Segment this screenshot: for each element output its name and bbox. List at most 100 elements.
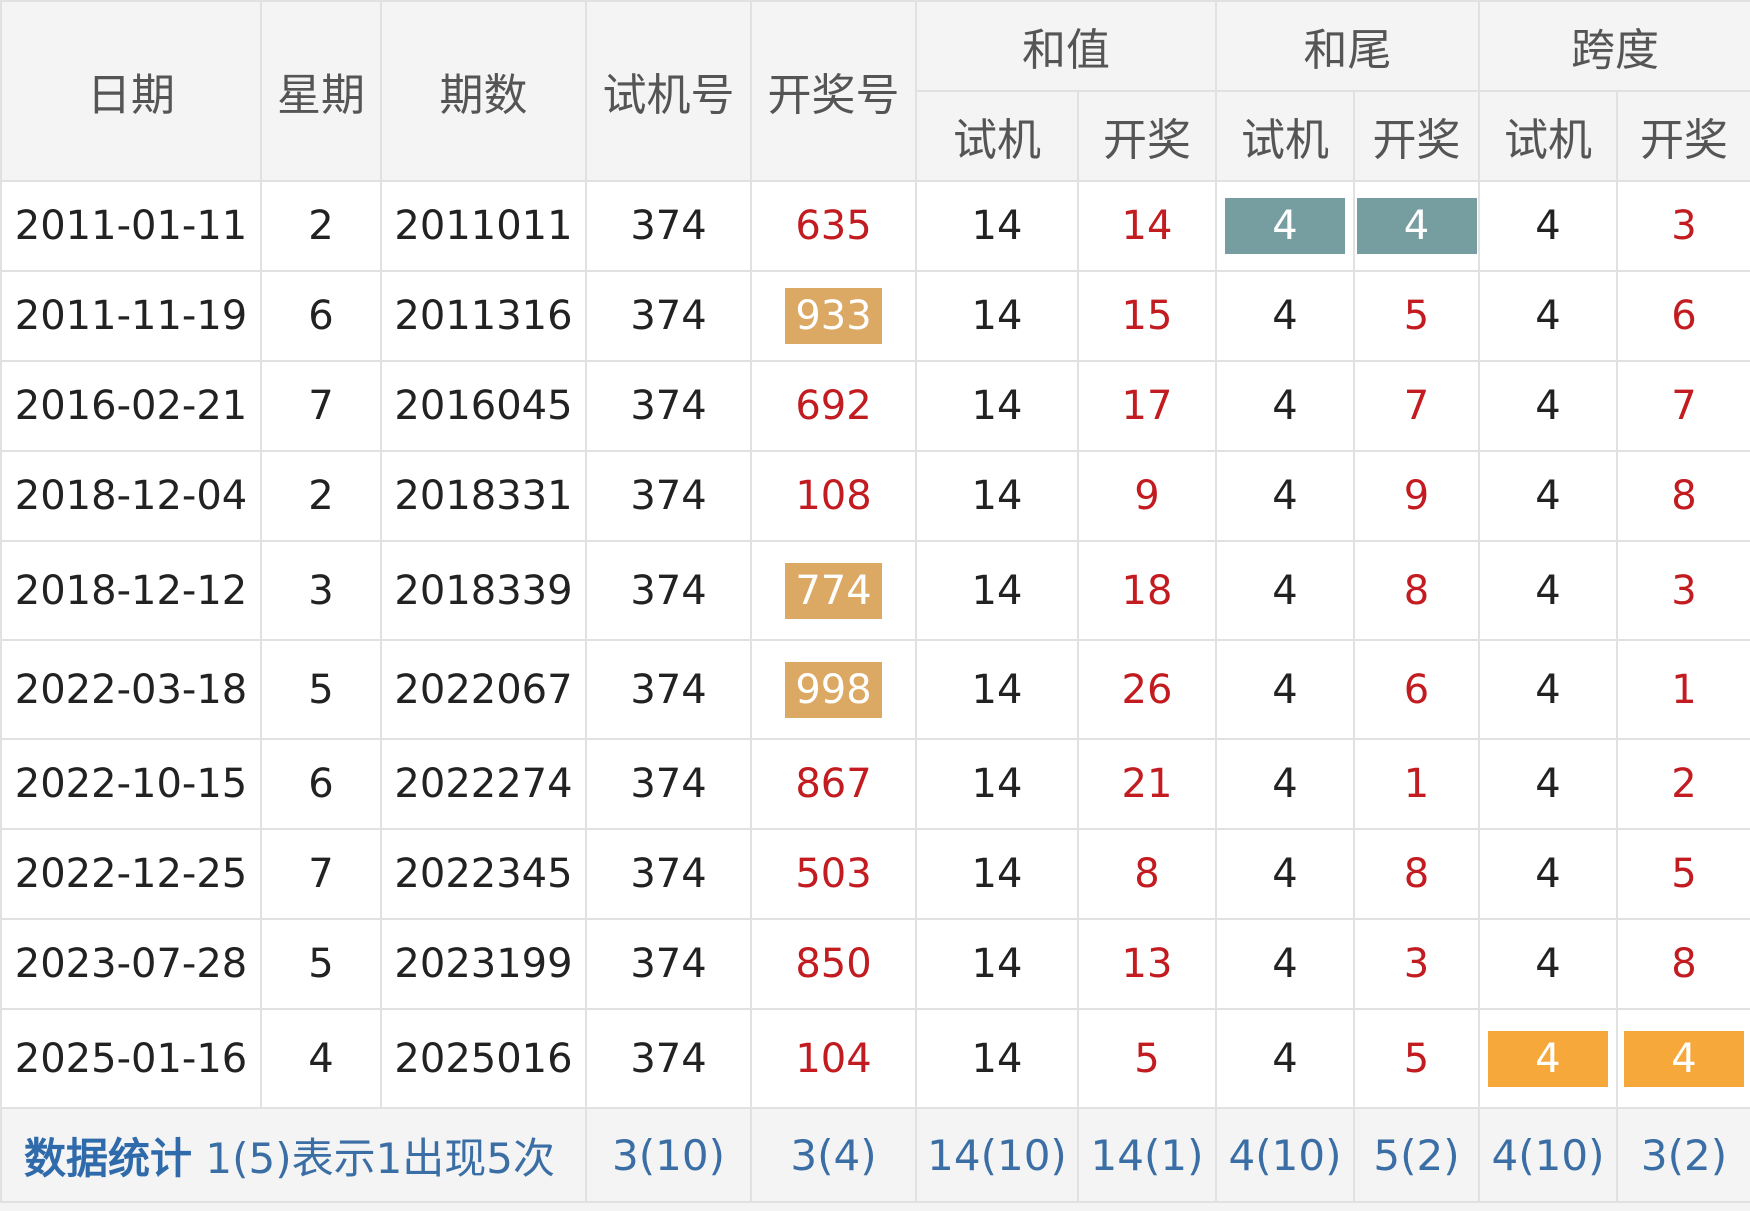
sum-draw-cell: 18 <box>1077 540 1217 641</box>
header-date: 日期 <box>0 0 262 182</box>
span-trial-cell: 4 <box>1478 450 1618 542</box>
table-row: 2016-02-21 7 2016045 374 692 14 17 4 7 4… <box>0 360 1750 452</box>
bottom-strip <box>0 1203 1750 1211</box>
sum-trial-cell: 14 <box>915 540 1079 641</box>
sum-trial-cell: 14 <box>915 639 1079 740</box>
stats-draw: 3(4) <box>750 1107 917 1203</box>
weekday-cell: 4 <box>260 1008 382 1109</box>
weekday-cell: 6 <box>260 270 382 362</box>
draw-cell: 867 <box>750 738 917 830</box>
date-cell: 2022-03-18 <box>0 639 262 740</box>
tail-trial-cell: 4 <box>1215 738 1355 830</box>
draw-cell: 692 <box>750 360 917 452</box>
tail-draw-cell: 4 <box>1353 180 1480 272</box>
tail-draw-cell: 8 <box>1353 828 1480 920</box>
weekday-cell: 5 <box>260 918 382 1010</box>
sum-draw-cell: 17 <box>1077 360 1217 452</box>
span-draw-cell: 1 <box>1616 639 1750 740</box>
trial-cell: 374 <box>585 1008 752 1109</box>
trial-cell: 374 <box>585 450 752 542</box>
trial-cell: 374 <box>585 270 752 362</box>
span-draw-cell: 7 <box>1616 360 1750 452</box>
issue-cell: 2022345 <box>380 828 587 920</box>
trial-cell: 374 <box>585 918 752 1010</box>
weekday-cell: 3 <box>260 540 382 641</box>
tail-draw-cell: 9 <box>1353 450 1480 542</box>
date-cell: 2011-01-11 <box>0 180 262 272</box>
draw-cell: 503 <box>750 828 917 920</box>
sum-draw-cell: 15 <box>1077 270 1217 362</box>
weekday-cell: 7 <box>260 360 382 452</box>
date-cell: 2025-01-16 <box>0 1008 262 1109</box>
tail-draw-highlight: 4 <box>1356 198 1477 254</box>
weekday-cell: 6 <box>260 738 382 830</box>
tail-draw-cell: 8 <box>1353 540 1480 641</box>
span-draw-cell: 8 <box>1616 450 1750 542</box>
issue-cell: 2022274 <box>380 738 587 830</box>
issue-cell: 2025016 <box>380 1008 587 1109</box>
stats-tail-trial: 4(10) <box>1215 1107 1355 1203</box>
issue-cell: 2018331 <box>380 450 587 542</box>
sum-draw-cell: 8 <box>1077 828 1217 920</box>
table-header: 日期 星期 期数 试机号 开奖号 和值 和尾 跨度 试机 开奖 试机 开奖 试机… <box>0 0 1750 182</box>
draw-cell: 108 <box>750 450 917 542</box>
header-tail-draw: 开奖 <box>1353 90 1480 182</box>
span-draw-cell: 5 <box>1616 828 1750 920</box>
table-row: 2022-12-25 7 2022345 374 503 14 8 4 8 4 … <box>0 828 1750 920</box>
span-trial-highlight: 4 <box>1488 1030 1608 1087</box>
table-row: 2011-01-11 2 2011011 374 635 14 14 4 4 4… <box>0 180 1750 272</box>
tail-trial-cell: 4 <box>1215 450 1355 542</box>
issue-cell: 2016045 <box>380 360 587 452</box>
draw-cell: 933 <box>750 270 917 362</box>
header-sum-group: 和值 <box>915 0 1217 92</box>
tail-trial-cell: 4 <box>1215 270 1355 362</box>
sum-trial-cell: 14 <box>915 1008 1079 1109</box>
tail-trial-cell: 4 <box>1215 1008 1355 1109</box>
header-issue: 期数 <box>380 0 587 182</box>
header-span-draw: 开奖 <box>1616 90 1750 182</box>
span-trial-cell: 4 <box>1478 828 1618 920</box>
header-span-group: 跨度 <box>1478 0 1750 92</box>
issue-cell: 2018339 <box>380 540 587 641</box>
span-trial-cell: 4 <box>1478 180 1618 272</box>
stats-trial: 3(10) <box>585 1107 752 1203</box>
date-cell: 2022-10-15 <box>0 738 262 830</box>
header-weekday: 星期 <box>260 0 382 182</box>
sum-trial-cell: 14 <box>915 828 1079 920</box>
stats-sum-trial: 14(10) <box>915 1107 1079 1203</box>
tail-trial-cell: 4 <box>1215 918 1355 1010</box>
span-draw-cell: 3 <box>1616 540 1750 641</box>
date-cell: 2011-11-19 <box>0 270 262 362</box>
header-sum-draw: 开奖 <box>1077 90 1217 182</box>
stats-title: 数据统计 <box>24 1133 193 1183</box>
lottery-history-table: 日期 星期 期数 试机号 开奖号 和值 和尾 跨度 试机 开奖 试机 开奖 试机… <box>0 0 1750 1203</box>
span-trial-cell: 4 <box>1478 540 1618 641</box>
span-trial-cell: 4 <box>1478 270 1618 362</box>
sum-draw-cell: 14 <box>1077 180 1217 272</box>
span-trial-cell: 4 <box>1478 360 1618 452</box>
date-cell: 2018-12-04 <box>0 450 262 542</box>
issue-cell: 2022067 <box>380 639 587 740</box>
date-cell: 2023-07-28 <box>0 918 262 1010</box>
stats-span-trial: 4(10) <box>1478 1107 1618 1203</box>
tail-trial-cell: 4 <box>1215 540 1355 641</box>
sum-trial-cell: 14 <box>915 270 1079 362</box>
header-trial-number: 试机号 <box>585 0 752 182</box>
draw-cell: 635 <box>750 180 917 272</box>
table-row: 2023-07-28 5 2023199 374 850 14 13 4 3 4… <box>0 918 1750 1010</box>
weekday-cell: 2 <box>260 450 382 542</box>
span-draw-highlight: 4 <box>1624 1030 1744 1087</box>
table-row: 2018-12-12 3 2018339 374 774 14 18 4 8 4… <box>0 540 1750 641</box>
tail-trial-cell: 4 <box>1215 828 1355 920</box>
sum-draw-cell: 21 <box>1077 738 1217 830</box>
issue-cell: 2023199 <box>380 918 587 1010</box>
sum-trial-cell: 14 <box>915 360 1079 452</box>
draw-cell: 998 <box>750 639 917 740</box>
sum-draw-cell: 9 <box>1077 450 1217 542</box>
span-draw-cell: 6 <box>1616 270 1750 362</box>
issue-cell: 2011316 <box>380 270 587 362</box>
span-trial-cell: 4 <box>1478 639 1618 740</box>
tail-trial-cell: 4 <box>1215 639 1355 740</box>
draw-highlight: 774 <box>785 562 882 619</box>
draw-highlight: 933 <box>785 288 882 344</box>
